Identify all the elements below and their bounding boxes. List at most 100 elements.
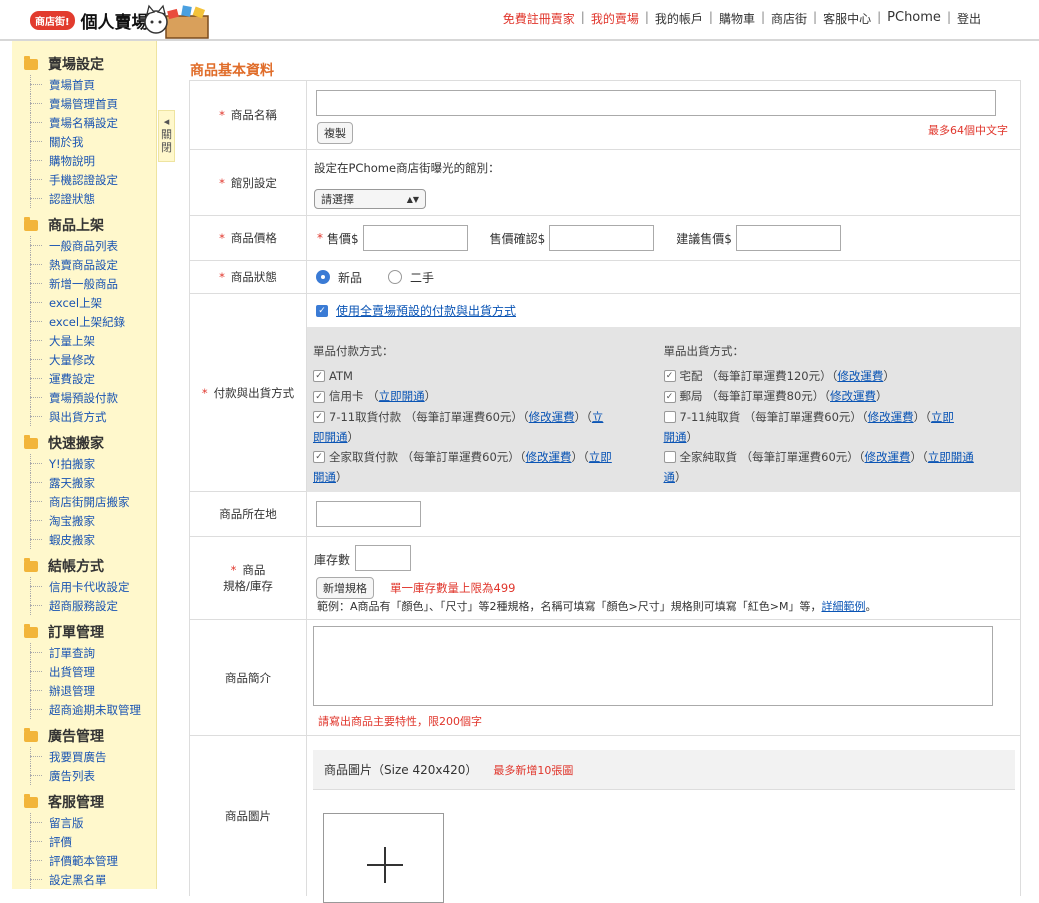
sidebar-item[interactable]: 購物說明	[12, 151, 156, 170]
sidebar-item[interactable]: 賣場名稱設定	[12, 113, 156, 132]
site-logo[interactable]: 商店街! 個人賣場	[30, 8, 149, 33]
sidebar-item[interactable]: 運費設定	[12, 369, 156, 388]
nav-my-account[interactable]: 我的帳戶	[649, 10, 709, 27]
sidebar-item[interactable]: 一般商品列表	[12, 236, 156, 255]
ship-fm-activate-link-cont[interactable]: 通	[664, 470, 676, 484]
sidebar-item[interactable]: 手機認證設定	[12, 170, 156, 189]
pay-fm-edit-fee-link[interactable]: 修改運費	[526, 450, 572, 464]
radio-used[interactable]	[388, 270, 403, 284]
nav-my-store[interactable]: 我的賣場	[585, 10, 645, 27]
spec-example-link[interactable]: 詳細範例	[821, 600, 865, 613]
nav-cart[interactable]: 購物車	[713, 10, 761, 27]
sidebar-item[interactable]: 超商逾期未取管理	[12, 700, 156, 719]
nav-pchome[interactable]: PChome	[881, 10, 947, 27]
sidebar-item[interactable]: 新增一般商品	[12, 274, 156, 293]
confirm-price-input[interactable]	[549, 225, 655, 251]
sidebar-item[interactable]: 留言版	[12, 813, 156, 832]
sidebar-group-header[interactable]: 快速搬家	[12, 432, 156, 454]
add-spec-button[interactable]: 新增規格	[316, 577, 374, 599]
sidebar-item[interactable]: 信用卡代收設定	[12, 577, 156, 596]
sidebar-group-header[interactable]: 廣告管理	[12, 725, 156, 747]
sidebar-item[interactable]: 設定黑名單	[12, 870, 156, 889]
sidebar-item[interactable]: 出貨管理	[12, 662, 156, 681]
pay-fm-checkbox[interactable]: ✓	[313, 451, 325, 463]
pay-fm-label: 全家取貨付款 （每筆訂單運費60元）（	[329, 449, 526, 464]
ship-post-label: 郵局 （每筆訂單運費80元）（	[679, 389, 831, 403]
images-header: 商品圖片（Size 420x420） 最多新增10張圖	[313, 750, 1015, 790]
nav-logout[interactable]: 登出	[951, 10, 987, 27]
sidebar-item[interactable]: 商店街開店搬家	[12, 492, 156, 511]
ship-711-activate-link-cont[interactable]: 開通	[664, 430, 687, 444]
nav-register-seller[interactable]: 免費註冊賣家	[497, 10, 581, 27]
folder-icon	[24, 623, 38, 638]
ship-711-edit-fee-link[interactable]: 修改運費	[868, 410, 914, 424]
product-name-input[interactable]	[316, 90, 996, 116]
sidebar-toggle[interactable]: ◂ 關閉	[158, 110, 175, 162]
sidebar-item[interactable]: 賣場預設付款	[12, 388, 156, 407]
add-image-plus-icon[interactable]	[323, 813, 444, 903]
category-select[interactable]: 請選擇 ▲▼	[314, 189, 426, 209]
sidebar-item[interactable]: 蝦皮搬家	[12, 530, 156, 549]
sidebar-item[interactable]: 大量上架	[12, 331, 156, 350]
logo-title: 個人賣場	[80, 13, 149, 33]
stock-input[interactable]	[355, 545, 411, 571]
pay-711-activate-link[interactable]: 立	[592, 410, 604, 424]
copy-button[interactable]: 複製	[317, 122, 353, 144]
sidebar-group-header[interactable]: 結帳方式	[12, 555, 156, 577]
pay-cc-checkbox[interactable]: ✓	[313, 390, 325, 403]
sidebar-group-title: 快速搬家	[48, 436, 104, 452]
ship-fm-activate-link[interactable]: 立即開通	[928, 450, 974, 464]
sidebar-item[interactable]: 關於我	[12, 132, 156, 151]
pay-711-checkbox[interactable]: ✓	[313, 411, 325, 423]
ship-fm-checkbox[interactable]	[663, 451, 676, 463]
sidebar-group-header[interactable]: 客服管理	[12, 791, 156, 813]
ship-home-edit-fee-link[interactable]: 修改運費	[837, 369, 883, 383]
folder-icon	[24, 557, 38, 572]
sidebar-group-header[interactable]: 訂單管理	[12, 621, 156, 643]
location-input[interactable]	[316, 501, 421, 527]
nav-service[interactable]: 客服中心	[817, 10, 877, 27]
intro-textarea[interactable]	[313, 626, 993, 706]
pay-atm-checkbox[interactable]: ✓	[313, 370, 325, 382]
name-limit-hint: 最多64個中文字	[928, 124, 1008, 137]
sidebar-group-header[interactable]: 商品上架	[12, 214, 156, 236]
sidebar-item[interactable]: 訂單查詢	[12, 643, 156, 662]
sidebar-item[interactable]: 賣場管理首頁	[12, 94, 156, 113]
suggest-price-input[interactable]	[735, 225, 841, 251]
sidebar-group-header[interactable]: 賣場設定	[12, 53, 156, 75]
sidebar-item[interactable]: excel上架	[12, 293, 156, 312]
sidebar-item[interactable]: Y!拍搬家	[12, 454, 156, 473]
sidebar-item[interactable]: 大量修改	[12, 350, 156, 369]
radio-new[interactable]	[316, 270, 330, 284]
use-default-checkbox[interactable]: ✓	[316, 304, 328, 317]
use-default-link[interactable]: 使用全賣場預設的付款與出貨方式	[336, 302, 516, 319]
pay-cc-activate-link[interactable]: 立即開通	[379, 389, 425, 403]
sidebar-item[interactable]: 認證狀態	[12, 189, 156, 208]
pay-fm-activate-link-cont[interactable]: 開通	[313, 470, 336, 484]
sidebar-item[interactable]: excel上架紀錄	[12, 312, 156, 331]
ship-home-checkbox[interactable]: ✓	[663, 370, 676, 382]
nav-mall[interactable]: 商店街	[765, 10, 813, 27]
sidebar-item[interactable]: 評價範本管理	[12, 851, 156, 870]
pay-fm-activate-link[interactable]: 立即	[589, 450, 612, 464]
sidebar-item[interactable]: 淘宝搬家	[12, 511, 156, 530]
sidebar-item[interactable]: 我要買廣告	[12, 747, 156, 766]
sidebar-item[interactable]: 超商服務設定	[12, 596, 156, 615]
sidebar-item[interactable]: 熱賣商品設定	[12, 255, 156, 274]
pay-711-activate-link-cont[interactable]: 即開通	[313, 430, 348, 444]
ship-post-edit-fee-link[interactable]: 修改運費	[830, 389, 876, 403]
sidebar-item[interactable]: 廣告列表	[12, 766, 156, 785]
ship-fm-edit-fee-link[interactable]: 修改運費	[865, 450, 911, 464]
sidebar-item[interactable]: 與出貨方式	[12, 407, 156, 426]
sidebar-item[interactable]: 賣場首頁	[12, 75, 156, 94]
ship-711-checkbox[interactable]	[663, 411, 676, 423]
sidebar-item[interactable]: 辦退管理	[12, 681, 156, 700]
sidebar-item[interactable]: 露天搬家	[12, 473, 156, 492]
sidebar-item[interactable]: 評價	[12, 832, 156, 851]
ship-post-checkbox[interactable]: ✓	[663, 390, 676, 403]
pay-methods: 單品付款方式： ✓ ATM ✓ 信用卡 （立即開通） ✓ 7-11取貨付款 （每筆訂單…	[313, 341, 664, 486]
category-desc: 設定在PChome商店街曝光的館別：	[314, 161, 500, 175]
sale-price-input[interactable]	[362, 225, 468, 251]
pay-711-edit-fee-link[interactable]: 修改運費	[529, 410, 575, 424]
ship-711-activate-link[interactable]: 立即	[931, 410, 954, 424]
